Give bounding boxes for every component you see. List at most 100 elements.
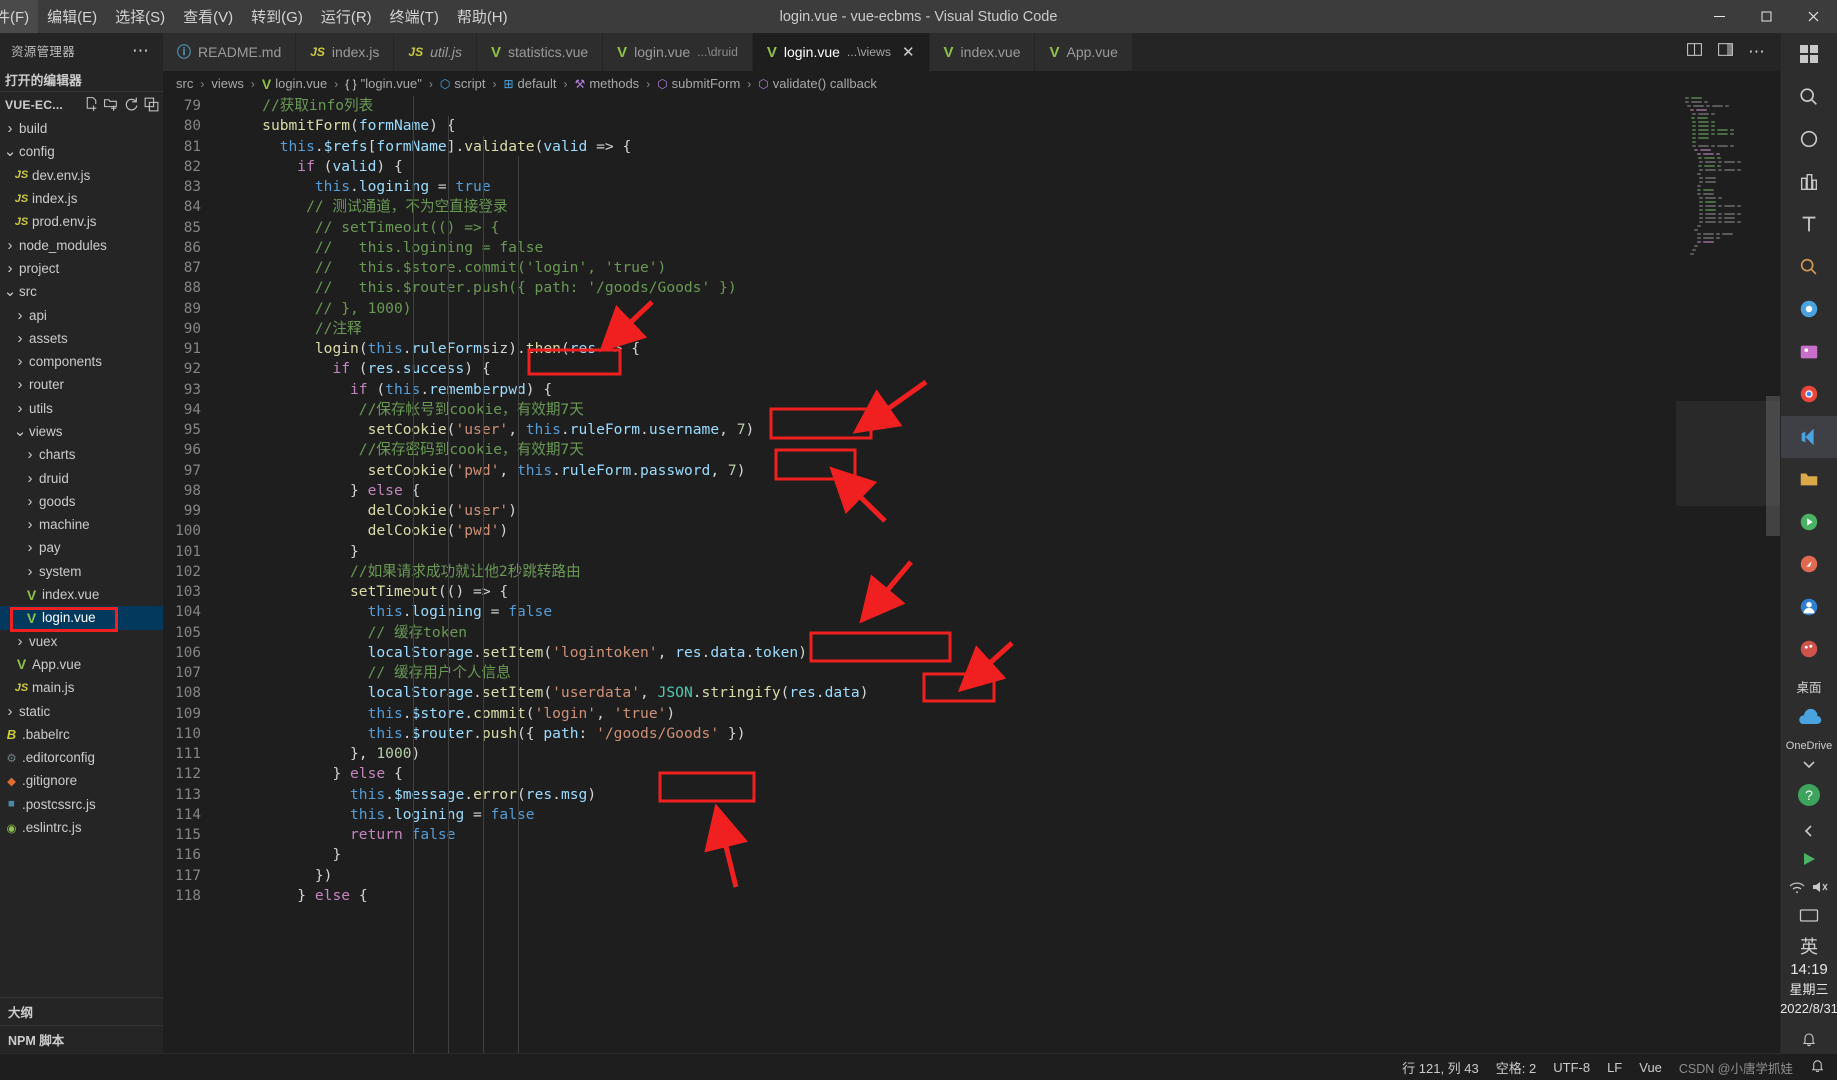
minimap[interactable]: [1676, 96, 1780, 1053]
ime-indicator[interactable]: 英: [1800, 936, 1818, 959]
tree-item-druid[interactable]: › druid: [0, 466, 163, 489]
breadcrumb-item-5[interactable]: ⊞ default: [503, 76, 556, 91]
maximize-button[interactable]: [1743, 0, 1790, 33]
tree-item-views[interactable]: ⌄ views: [0, 420, 163, 443]
media-play-icon[interactable]: [1781, 845, 1837, 873]
play-icon[interactable]: [1781, 501, 1837, 544]
circle-icon[interactable]: [1781, 118, 1837, 161]
palette-icon[interactable]: [1781, 628, 1837, 671]
bell-icon[interactable]: [1810, 1058, 1825, 1076]
tree-item-static[interactable]: › static: [0, 699, 163, 722]
tree-item-machine[interactable]: › machine: [0, 513, 163, 536]
tree-item-system[interactable]: › system: [0, 560, 163, 583]
breadcrumb-item-1[interactable]: views: [211, 76, 244, 91]
language-mode[interactable]: Vue: [1639, 1060, 1662, 1075]
sidebar-more-icon[interactable]: ⋯: [132, 41, 158, 61]
menu-item-6[interactable]: 终端(T): [381, 0, 448, 33]
npm-scripts-section[interactable]: NPM 脚本: [0, 1025, 163, 1053]
more-actions-icon[interactable]: ⋯: [1748, 42, 1766, 62]
tree-item-charts[interactable]: › charts: [0, 443, 163, 466]
source-code[interactable]: 79 //获取info列表 80 submitForm(formName) {81…: [163, 96, 1780, 906]
code-editor[interactable]: 79 //获取info列表 80 submitForm(formName) {81…: [163, 96, 1780, 1053]
notification-bell-icon[interactable]: [1781, 1025, 1837, 1053]
tree-item--babelrc[interactable]: B .babelrc: [0, 723, 163, 746]
refresh-icon[interactable]: [123, 96, 140, 113]
tree-item--editorconfig[interactable]: ⚙ .editorconfig: [0, 746, 163, 769]
tree-item-login-vue[interactable]: Vlogin.vue: [0, 606, 163, 633]
browser-icon[interactable]: [1781, 288, 1837, 331]
editor-tab-statistics-vue[interactable]: Vstatistics.vue: [476, 33, 604, 71]
tree-item-goods[interactable]: › goods: [0, 490, 163, 513]
screen-icon[interactable]: [1781, 902, 1837, 930]
chevron-down-icon[interactable]: [1781, 753, 1837, 774]
tree-item-node-modules[interactable]: › node_modules: [0, 233, 163, 256]
tree-item-index-vue[interactable]: Vindex.vue: [0, 583, 163, 606]
tree-item-project[interactable]: › project: [0, 257, 163, 280]
clock[interactable]: 14:19 星期三 2022/8/31: [1780, 959, 1837, 1024]
editor-tab-index-vue[interactable]: Vindex.vue: [929, 33, 1036, 71]
editor-tab-login-vue-druid[interactable]: Vlogin.vue ...\druid: [603, 33, 753, 71]
chevron-left-icon[interactable]: [1781, 817, 1837, 845]
tree-item-components[interactable]: › components: [0, 350, 163, 373]
layout-icon[interactable]: [1717, 41, 1734, 63]
editor-tab-login-vue-views[interactable]: Vlogin.vue ...\views ✕: [752, 33, 930, 71]
open-editors-section[interactable]: 打开的编辑器: [0, 68, 163, 92]
encoding[interactable]: UTF-8: [1553, 1060, 1590, 1075]
outline-section[interactable]: 大纲: [0, 997, 163, 1025]
tree-item--postcssrc-js[interactable]: ■ .postcssrc.js: [0, 793, 163, 816]
editor-scrollbar[interactable]: [1766, 96, 1780, 1053]
tree-item-config[interactable]: ⌄ config: [0, 140, 163, 163]
editor-tab-app-vue[interactable]: V App.vue: [1035, 33, 1133, 71]
tree-item-app-vue[interactable]: V App.vue: [0, 653, 163, 676]
onedrive-icon[interactable]: [1781, 696, 1837, 739]
vscode-icon[interactable]: [1780, 415, 1837, 459]
tree-item-build[interactable]: › build: [0, 117, 163, 140]
menu-item-0[interactable]: 件(F): [0, 0, 39, 33]
tree-item-dev-env-js[interactable]: JS dev.env.js: [0, 164, 163, 187]
tree-item-utils[interactable]: › utils: [0, 397, 163, 420]
editor-tab-index-js[interactable]: JS index.js: [296, 33, 395, 71]
new-file-icon[interactable]: [83, 96, 100, 113]
menu-item-3[interactable]: 查看(V): [174, 0, 242, 33]
breadcrumb-item-0[interactable]: src: [176, 76, 193, 91]
tree-item-src[interactable]: ⌄ src: [0, 280, 163, 303]
search-icon[interactable]: [1781, 76, 1837, 119]
minimize-button[interactable]: [1696, 0, 1743, 33]
breadcrumb-item-6[interactable]: ⚒ methods: [575, 76, 640, 91]
breadcrumb-item-3[interactable]: { } "login.vue": [345, 76, 422, 91]
tree-item-pay[interactable]: › pay: [0, 536, 163, 559]
image-icon[interactable]: [1781, 331, 1837, 374]
editor-tab-readme-md[interactable]: ⓘ README.md: [163, 33, 297, 71]
tree-item-assets[interactable]: › assets: [0, 327, 163, 350]
collapse-all-icon[interactable]: [143, 96, 160, 113]
new-folder-icon[interactable]: [103, 96, 120, 113]
tree-item-index-js[interactable]: JS index.js: [0, 187, 163, 210]
tab-close-icon[interactable]: ✕: [902, 43, 915, 61]
tree-item-main-js[interactable]: JS main.js: [0, 676, 163, 699]
editor-tab-util-js[interactable]: JS util.js: [394, 33, 477, 71]
tree-item-api[interactable]: › api: [0, 303, 163, 326]
menu-item-2[interactable]: 选择(S): [106, 0, 174, 33]
grid-icon[interactable]: [1781, 33, 1837, 76]
indentation[interactable]: 空格: 2: [1496, 1058, 1536, 1077]
tree-item--gitignore[interactable]: ◆ .gitignore: [0, 769, 163, 792]
breadcrumb-item-7[interactable]: ⬡ submitForm: [657, 76, 740, 91]
cursor-position[interactable]: 行 121, 列 43: [1402, 1058, 1479, 1077]
eol[interactable]: LF: [1607, 1060, 1622, 1075]
tree-item-prod-env-js[interactable]: JS prod.env.js: [0, 210, 163, 233]
project-section-header[interactable]: VUE-EC...: [0, 92, 163, 117]
layers-icon[interactable]: [1781, 161, 1837, 204]
folder-icon[interactable]: [1781, 458, 1837, 501]
compass-icon[interactable]: [1781, 543, 1837, 586]
breadcrumb-item-2[interactable]: Vlogin.vue: [262, 76, 327, 92]
close-button[interactable]: [1790, 0, 1837, 33]
breadcrumb-item-8[interactable]: ⬡ validate() callback: [758, 76, 877, 91]
help-badge-icon[interactable]: ?: [1781, 774, 1837, 817]
tree-item--eslintrc-js[interactable]: ◉ .eslintrc.js: [0, 816, 163, 839]
menu-item-7[interactable]: 帮助(H): [448, 0, 517, 33]
network-volume-icons[interactable]: [1781, 873, 1837, 901]
tree-item-vuex[interactable]: › vuex: [0, 630, 163, 653]
breadcrumb-item-4[interactable]: ⬡ script: [440, 76, 486, 91]
split-editor-icon[interactable]: [1686, 41, 1703, 63]
magnifier-icon[interactable]: [1781, 246, 1837, 289]
